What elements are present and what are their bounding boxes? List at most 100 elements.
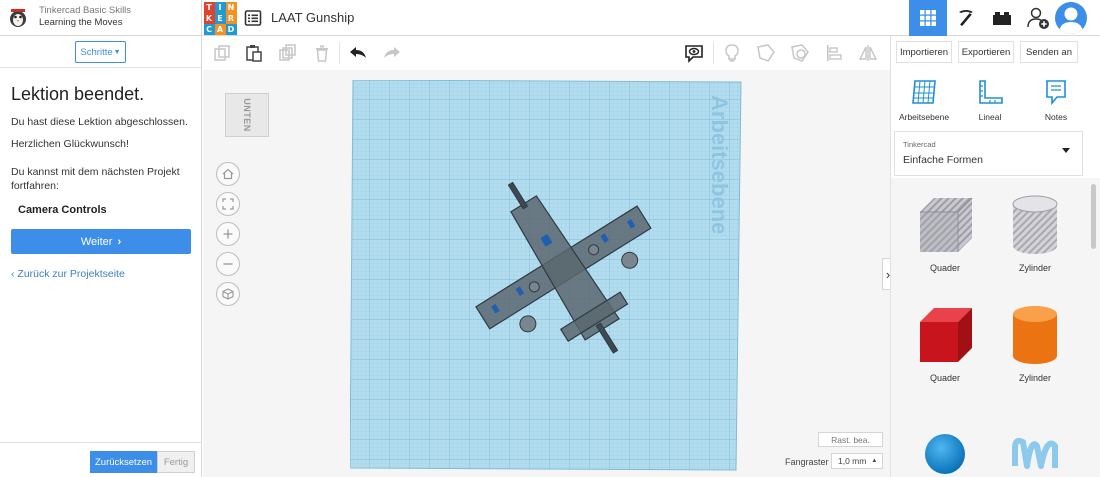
- duplicate-icon: [279, 44, 296, 61]
- zoom-in-button[interactable]: [216, 222, 240, 246]
- snap-grid-value: 1,0 mm: [838, 456, 867, 466]
- design-title[interactable]: LAAT Gunship: [271, 10, 354, 25]
- ruler-tool-button[interactable]: Lineal: [960, 78, 1020, 122]
- workplane[interactable]: Arbeitsebene: [350, 80, 745, 472]
- continue-text: Du kannst mit dem nächsten Projekt fortf…: [11, 166, 180, 192]
- steps-dropdown-button[interactable]: Schritte ▼: [75, 41, 126, 63]
- library-source-label: Tinkercad: [903, 140, 936, 149]
- redo-button[interactable]: [381, 42, 403, 64]
- minus-icon: [223, 263, 233, 265]
- view-3d-design-button[interactable]: [909, 0, 947, 36]
- back-link-label: Zurück zur Projektseite: [17, 268, 125, 280]
- lesson-panel: Schritte ▼ Lektion beendet. Du hast diese…: [0, 36, 202, 477]
- shape-library-select[interactable]: Tinkercad Einfache Formen: [894, 131, 1083, 176]
- speech-eye-icon: [685, 45, 703, 63]
- panel-collapse-handle[interactable]: ›: [882, 258, 890, 290]
- lesson-name: Learning the Moves: [39, 17, 123, 28]
- finish-button[interactable]: Fertig: [157, 451, 195, 473]
- workplane-label: Arbeitsebene: [707, 95, 732, 234]
- zoom-out-button[interactable]: [216, 252, 240, 276]
- sphere-icon: [925, 434, 965, 474]
- edit-grid-button[interactable]: Rast. bea.: [818, 432, 883, 447]
- perspective-button[interactable]: [216, 282, 240, 306]
- cylinder-icon: [1013, 306, 1057, 364]
- shape-item[interactable]: [907, 426, 983, 477]
- tinkercad-logo[interactable]: TINKERCAD: [203, 1, 237, 35]
- mirror-icon: [858, 45, 878, 61]
- logo-letter: K: [203, 12, 215, 24]
- top-bar: Tinkercad Basic Skills Learning the Move…: [0, 0, 1100, 36]
- shape-list-scrollbar[interactable]: [1087, 178, 1100, 477]
- shape-item[interactable]: Zylinder: [997, 194, 1073, 273]
- notes-tool-label: Notes: [1044, 112, 1068, 122]
- hole-icon: [791, 44, 809, 62]
- logo-letter: R: [225, 12, 237, 24]
- mirror-button[interactable]: [857, 42, 879, 64]
- logo-letter: T: [203, 1, 215, 13]
- send-to-button[interactable]: Senden an: [1020, 41, 1078, 63]
- delete-button[interactable]: [311, 42, 333, 64]
- undo-icon: [350, 47, 366, 58]
- import-button[interactable]: Importieren: [896, 41, 952, 63]
- view-cube[interactable]: UNTEN: [225, 93, 269, 137]
- steps-bar: Schritte ▼: [0, 36, 201, 68]
- align-button[interactable]: [823, 42, 845, 64]
- viewcube-face-label: UNTEN: [242, 98, 252, 132]
- design-list-icon[interactable]: [244, 9, 262, 27]
- box-icon: [920, 308, 972, 362]
- shape-label: Quader: [929, 373, 961, 383]
- logo-letter: A: [214, 23, 226, 35]
- export-button[interactable]: Exportieren: [958, 41, 1014, 63]
- lesson-footer: Zurücksetzen Fertig: [0, 442, 201, 477]
- home-icon: [222, 168, 234, 180]
- duplicate-button[interactable]: [277, 42, 299, 64]
- lesson-avatar-icon: [8, 8, 28, 28]
- trash-icon: [316, 45, 328, 62]
- shape-tool-button[interactable]: [755, 42, 777, 64]
- design-viewport[interactable]: UNTEN Arbeitsebene Rast. bea. Fangraster…: [203, 70, 890, 477]
- notes-tool-button[interactable]: Notes: [1026, 78, 1086, 122]
- light-bulb-button[interactable]: [721, 42, 743, 64]
- toolbar-divider: [713, 42, 714, 64]
- workplane-icon: [912, 80, 936, 104]
- scribble-icon: [1012, 437, 1058, 469]
- scrollbar-thumb[interactable]: [1091, 184, 1096, 249]
- lesson-done-title: Lektion beendet.: [11, 84, 145, 104]
- steps-label: Schritte: [80, 46, 113, 58]
- notes-toggle-button[interactable]: [683, 42, 705, 64]
- hole-tool-button[interactable]: [789, 42, 811, 64]
- align-icon: [827, 45, 842, 61]
- fit-view-button[interactable]: [216, 192, 240, 216]
- box-hole-icon: [920, 197, 973, 252]
- lesson-header: Tinkercad Basic Skills Learning the Move…: [0, 0, 202, 36]
- view-bricks-button[interactable]: [983, 0, 1021, 36]
- home-view-button[interactable]: [216, 162, 240, 186]
- workplane-tool-button[interactable]: Arbeitsebene: [894, 78, 954, 122]
- view-minecraft-button[interactable]: [947, 0, 985, 36]
- next-button[interactable]: Weiter ›: [11, 229, 191, 254]
- cylinder-hole-icon: [1012, 195, 1058, 254]
- paste-icon: [246, 45, 262, 62]
- shape-item[interactable]: Zylinder: [997, 304, 1073, 383]
- undo-button[interactable]: [347, 42, 369, 64]
- redo-icon: [384, 47, 400, 58]
- reset-button[interactable]: Zurücksetzen: [90, 451, 157, 473]
- back-to-project-link[interactable]: ‹ Zurück zur Projektseite: [11, 268, 125, 280]
- invite-user-button[interactable]: [1019, 0, 1057, 36]
- shape-list: Quader Zylinder Quader Zylinder: [891, 178, 1087, 477]
- shape-item[interactable]: Quader: [907, 194, 983, 273]
- shape-item[interactable]: Quader: [907, 304, 983, 383]
- ruler-icon: [979, 80, 1003, 104]
- copy-icon: [214, 45, 230, 61]
- shape-icon: [757, 44, 775, 62]
- profile-button[interactable]: [1053, 0, 1089, 36]
- shape-item[interactable]: [997, 426, 1073, 477]
- congrats-text: Herzlichen Glückwunsch!: [11, 138, 129, 150]
- paste-button[interactable]: [243, 42, 265, 64]
- copy-button[interactable]: [211, 42, 233, 64]
- caret-down-icon: [1062, 148, 1070, 153]
- snap-grid-select[interactable]: 1,0 mm ▲: [831, 453, 883, 469]
- shape-label: Zylinder: [1018, 373, 1051, 383]
- lightbulb-icon: [725, 44, 739, 62]
- shape-label: Zylinder: [1018, 263, 1051, 273]
